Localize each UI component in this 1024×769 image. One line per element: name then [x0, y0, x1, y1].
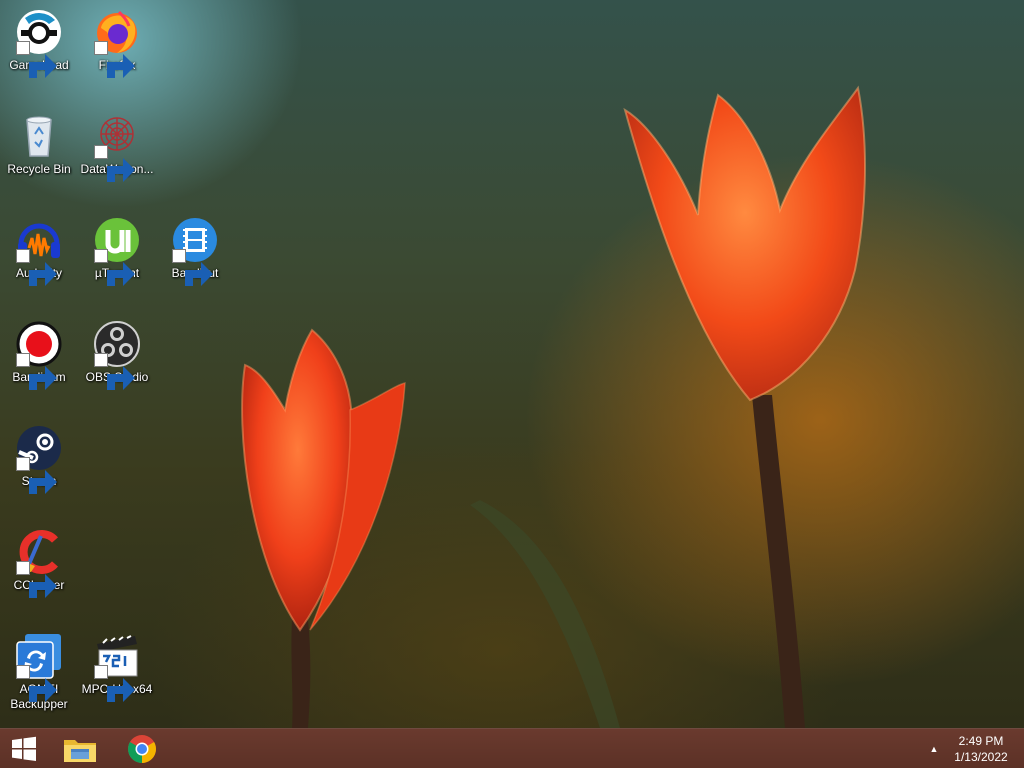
desktop-icon-ccleaner[interactable]: CCleaner — [0, 528, 78, 598]
start-button[interactable] — [0, 729, 48, 769]
desktop-icon-recycle-bin[interactable]: Recycle Bin — [0, 112, 78, 177]
clock-time: 2:49 PM — [958, 734, 1004, 748]
shortcut-arrow-icon — [94, 145, 135, 182]
desktop-icon-bandicut[interactable]: Bandicut — [156, 216, 234, 286]
desktop-icon-gameload[interactable]: GameLoad — [0, 8, 78, 78]
windows-logo-icon — [12, 736, 36, 761]
desktop-icon-mpc-hc[interactable]: MPC-HC x64 — [78, 632, 156, 702]
shortcut-arrow-icon — [16, 249, 57, 286]
desktop-icon-obs-studio[interactable]: OBS Studio — [78, 320, 156, 390]
desktop-icon-bandicam[interactable]: Bandicam — [0, 320, 78, 390]
shortcut-arrow-icon — [94, 665, 135, 702]
desktop-icon-audacity[interactable]: Audacity — [0, 216, 78, 286]
shortcut-arrow-icon — [16, 41, 57, 78]
recycle-bin-icon — [15, 112, 63, 160]
desktop-icon-aomei-backupper[interactable]: AOMEI Backupper — [0, 632, 78, 712]
shortcut-arrow-icon — [16, 561, 57, 598]
icon-label: Recycle Bin — [7, 162, 71, 176]
mpc-hc-icon — [93, 632, 141, 702]
audacity-icon — [15, 216, 63, 286]
desktop-icon-utorrent[interactable]: µTorrent — [78, 216, 156, 286]
shortcut-arrow-icon — [16, 457, 57, 494]
steam-icon — [15, 424, 63, 494]
bandicam-icon — [15, 320, 63, 390]
gameload-icon — [15, 8, 63, 78]
show-hidden-icons-button[interactable]: ▲ — [926, 741, 942, 757]
bandicut-icon — [171, 216, 219, 286]
utorrent-icon — [93, 216, 141, 286]
desktop-icon-firefox[interactable]: Firefox — [78, 8, 156, 78]
aomei-backupper-icon — [15, 632, 63, 702]
shortcut-arrow-icon — [94, 353, 135, 390]
taskbar-chrome-button[interactable] — [118, 729, 166, 769]
shortcut-arrow-icon — [172, 249, 213, 286]
firefox-icon — [93, 8, 141, 78]
datawagon-icon — [93, 112, 141, 182]
shortcut-arrow-icon — [94, 41, 135, 78]
taskbar-clock[interactable]: 2:49 PM 1/13/2022 — [946, 733, 1016, 765]
taskbar: ▲ 2:49 PM 1/13/2022 — [0, 728, 1024, 768]
ccleaner-icon — [15, 528, 63, 598]
desktop-icon-steam[interactable]: Steam — [0, 424, 78, 494]
chrome-icon — [128, 735, 156, 763]
desktop-icon-datawagon[interactable]: DataWagon... — [78, 112, 156, 182]
shortcut-arrow-icon — [94, 249, 135, 286]
folder-icon — [64, 740, 96, 762]
shortcut-arrow-icon — [16, 665, 57, 702]
desktop[interactable]: GameLoad Recycle Bin Audacity — [0, 0, 1024, 728]
taskbar-file-explorer-button[interactable] — [56, 729, 104, 769]
shortcut-arrow-icon — [16, 353, 57, 390]
clock-date: 1/13/2022 — [954, 750, 1008, 764]
obs-studio-icon — [93, 320, 141, 390]
